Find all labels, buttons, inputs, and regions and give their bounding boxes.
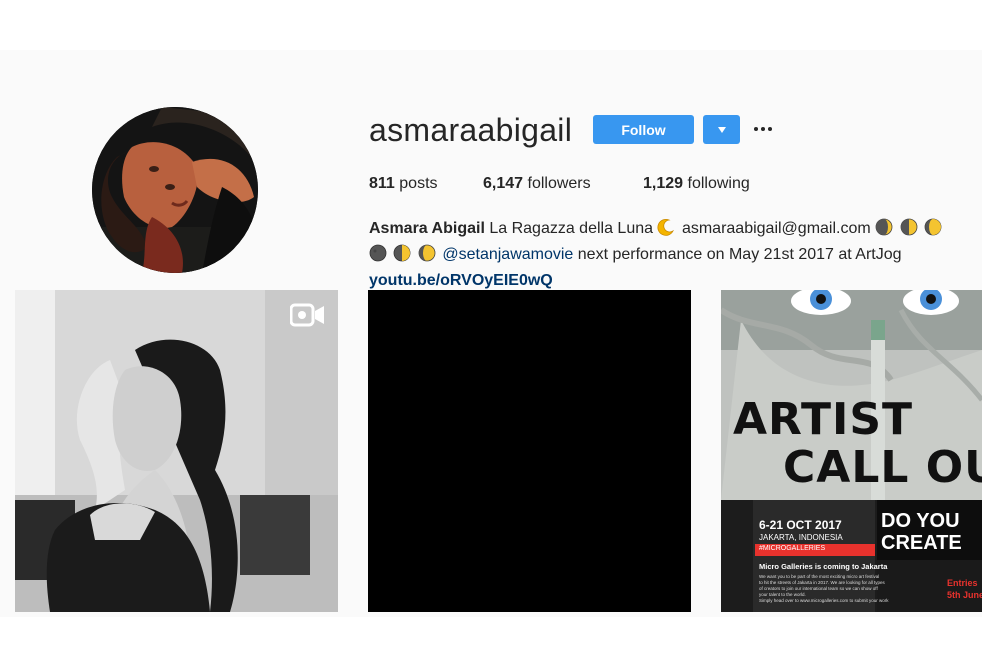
following-stat[interactable]: 1,129 following — [643, 174, 750, 194]
bio-line-1: Asmara Abigail La Ragazza della Luna asm… — [369, 216, 982, 242]
waxing-moon-icon — [875, 218, 893, 236]
avatar[interactable] — [92, 107, 258, 273]
post-tile-3[interactable]: ARTIST CALL OU 6-21 OCT 2017 JAKARTA, IN… — [721, 290, 982, 612]
poster-tagline-2: CREATE — [881, 532, 962, 554]
followers-count: 6,147 — [483, 175, 524, 192]
bio-email: asmaraabigail@gmail.com — [681, 220, 871, 237]
more-options-button[interactable] — [750, 116, 776, 142]
profile-page: asmaraabigail Follow 811 posts 6,147 fol… — [0, 50, 982, 617]
poster-hashtag: #MICROGALLERIES — [759, 545, 826, 552]
suggestions-dropdown-button[interactable] — [703, 115, 740, 144]
waning-moon-icon — [924, 218, 942, 236]
post-1-image — [15, 290, 338, 612]
username: asmaraabigail — [369, 112, 573, 148]
following-label: following — [687, 175, 750, 192]
first-quarter-moon-icon — [394, 244, 411, 262]
video-icon — [290, 303, 324, 327]
poster-headline-2: CALL OU — [783, 442, 982, 493]
ellipsis-icon — [754, 127, 772, 131]
poster-entries-1: Entries — [947, 578, 978, 588]
poster-entries-2: 5th June — [947, 590, 982, 600]
bio-line-2: @setanjawamovie next performance on May … — [369, 242, 982, 268]
posts-label: posts — [399, 175, 438, 192]
followers-label: followers — [527, 175, 591, 192]
post-tile-1[interactable] — [15, 290, 338, 612]
poster-headline-1: ARTIST — [733, 394, 914, 445]
mention-link[interactable]: @setanjawamovie — [442, 246, 573, 263]
post-tile-2[interactable] — [368, 290, 691, 612]
followers-stat[interactable]: 6,147 followers — [483, 174, 591, 194]
follow-button[interactable]: Follow — [593, 115, 694, 144]
bio-tagline: La Ragazza della Luna — [489, 220, 654, 237]
caret-down-icon — [717, 126, 726, 133]
bio-performance-text: next performance on May 21st 2017 at Art… — [577, 246, 902, 263]
external-link[interactable]: youtu.be/oRVOyEIE0wQ — [369, 272, 553, 289]
poster-location: JAKARTA, INDONESIA — [759, 533, 843, 542]
waxing-gibbous-icon — [418, 244, 436, 262]
following-count: 1,129 — [643, 175, 684, 192]
poster-dates: 6-21 OCT 2017 — [759, 518, 842, 532]
post-2-image — [368, 290, 691, 612]
new-moon-icon — [369, 244, 387, 262]
posts-stat: 811 posts — [369, 174, 438, 194]
posts-count: 811 — [369, 175, 395, 192]
full-moon-icon — [900, 218, 918, 236]
poster-title: Micro Galleries is coming to Jakarta — [759, 562, 888, 571]
crescent-moon-icon — [657, 219, 675, 236]
poster-tagline-1: DO YOU — [881, 510, 960, 532]
full-name: Asmara Abigail — [369, 220, 485, 237]
bio: Asmara Abigail La Ragazza della Luna asm… — [369, 216, 982, 294]
poster-body-line: Simply head over to www.microgalleries.c… — [759, 598, 889, 603]
poster-body: We want you to be part of the most excit… — [759, 574, 889, 604]
